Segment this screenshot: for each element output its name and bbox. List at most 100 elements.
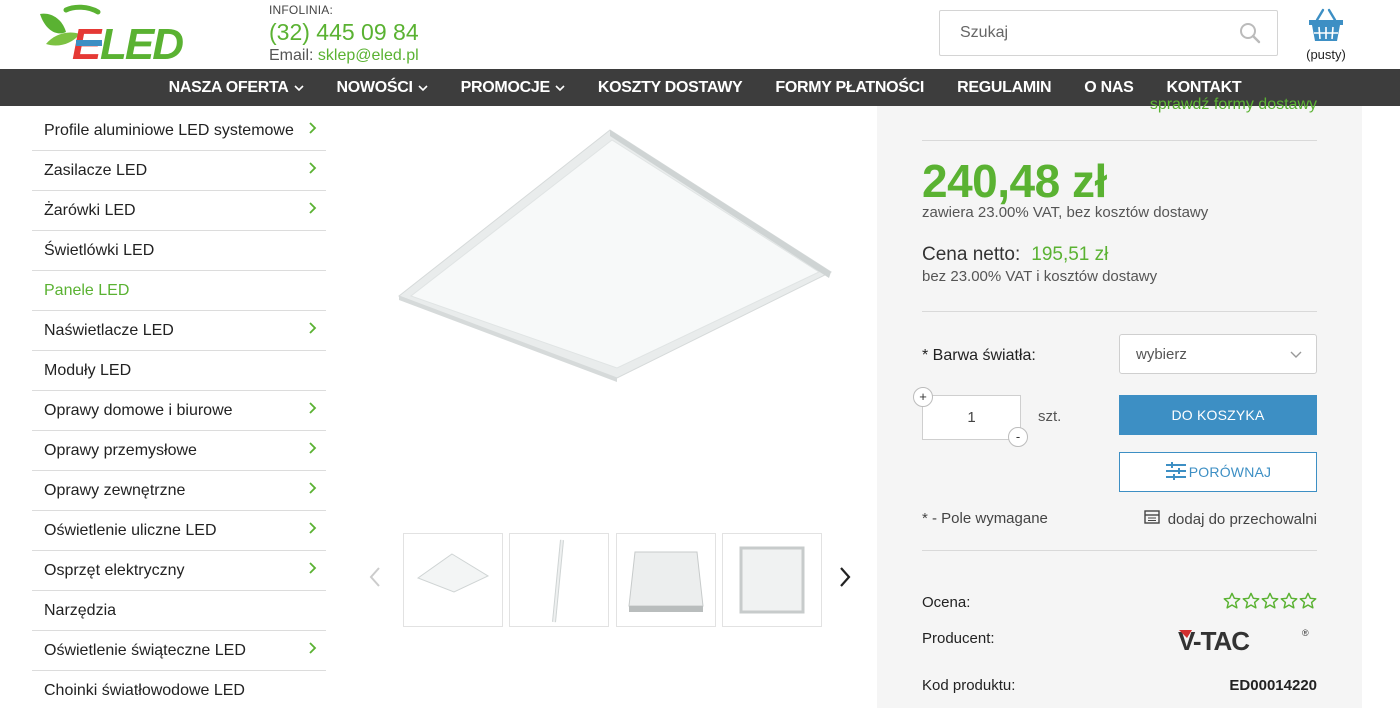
compare-label: PORÓWNAJ: [1188, 464, 1272, 480]
quantity-unit: szt.: [1038, 408, 1062, 425]
light-color-label: * Barwa światła:: [922, 347, 1036, 364]
netto-note: bez 23.00% VAT i kosztów dostawy: [922, 268, 1158, 285]
add-to-cart-button[interactable]: DO KOSZYKA: [1119, 395, 1317, 435]
chevron-down-icon: [555, 79, 565, 97]
sidebar-item[interactable]: Naświetlacze LED: [32, 311, 326, 351]
svg-text:LED: LED: [100, 20, 183, 64]
nav-item-nowosci[interactable]: NOWOŚCI: [320, 69, 444, 106]
site-header: E LED INFOLINIA: (32) 445 09 84 Email: s…: [0, 0, 1400, 69]
sidebar-item-label: Osprzęt elektryczny: [44, 561, 185, 579]
divider: [922, 550, 1317, 551]
sidebar-item-label: Oprawy zewnętrzne: [44, 481, 186, 499]
sidebar-item-label: Zasilacze LED: [44, 161, 148, 179]
chevron-right-icon[interactable]: [308, 401, 318, 420]
sidebar-item-label: Profile aluminiowe LED systemowe: [44, 121, 294, 139]
add-to-storage-link[interactable]: dodaj do przechowalni: [1144, 510, 1317, 528]
star-icon[interactable]: [1280, 592, 1298, 615]
nav-item-oferta[interactable]: NASZA OFERTA: [152, 69, 320, 106]
sidebar-item-label: Żarówki LED: [44, 201, 136, 219]
thumbnail-strip: [362, 533, 862, 629]
netto-value: 195,51 zł: [1031, 244, 1109, 265]
sidebar-item[interactable]: Choinki światłowodowe LED: [32, 671, 326, 708]
sidebar-item[interactable]: Oświetlenie uliczne LED: [32, 511, 326, 551]
chevron-right-icon[interactable]: [308, 561, 318, 580]
quantity-increase-button[interactable]: +: [913, 387, 933, 407]
star-icon[interactable]: [1242, 592, 1260, 615]
sidebar-item[interactable]: Oprawy zewnętrzne: [32, 471, 326, 511]
price-gross: 240,48 zł: [922, 155, 1107, 207]
chevron-right-icon[interactable]: [308, 161, 318, 180]
sidebar-item[interactable]: Oprawy przemysłowe: [32, 431, 326, 471]
nav-label: PROMOCJE: [460, 78, 550, 96]
rating-stars[interactable]: [1223, 592, 1317, 615]
cart-button[interactable]: (pusty): [1300, 8, 1352, 62]
nav-label: NASZA OFERTA: [168, 78, 289, 96]
sidebar-item[interactable]: Świetlówki LED: [32, 231, 326, 271]
chevron-right-icon[interactable]: [838, 565, 852, 594]
sidebar-item[interactable]: Oświetlenie świąteczne LED: [32, 631, 326, 671]
nav-label: NOWOŚCI: [336, 78, 413, 96]
divider: [922, 140, 1317, 141]
nav-item-promocje[interactable]: PROMOCJE: [444, 69, 581, 106]
chevron-right-icon[interactable]: [308, 321, 318, 340]
thumbnail-4[interactable]: [722, 533, 822, 627]
sidebar-item[interactable]: Narzędzia: [32, 591, 326, 631]
sidebar-item[interactable]: Panele LED: [32, 271, 326, 311]
thumbnail-3[interactable]: [616, 533, 716, 627]
quantity-input[interactable]: 1: [922, 395, 1021, 440]
phone-number[interactable]: (32) 445 09 84: [269, 19, 419, 46]
category-sidebar: Profile aluminiowe LED systemowe Zasilacz…: [32, 111, 326, 708]
producer-logo[interactable]: V-TAC ®: [1178, 626, 1310, 661]
netto-price-row: Cena netto: 195,51 zł: [922, 244, 1108, 266]
sidebar-item[interactable]: Oprawy domowe i biurowe: [32, 391, 326, 431]
sidebar-item-label: Panele LED: [44, 281, 130, 299]
thumbnail-2[interactable]: [509, 533, 609, 627]
sliders-icon: [1165, 461, 1189, 484]
search-input[interactable]: [960, 11, 1250, 55]
star-icon[interactable]: [1223, 592, 1241, 615]
storage-box-icon: [1144, 510, 1168, 528]
nav-label: O NAS: [1084, 78, 1134, 96]
chevron-down-icon: [293, 79, 304, 97]
sidebar-item[interactable]: Moduły LED: [32, 351, 326, 391]
star-icon[interactable]: [1299, 592, 1317, 615]
sidebar-item-label: Świetlówki LED: [44, 241, 155, 259]
product-info-panel: sprawdź formy dostawy 240,48 zł zawiera …: [877, 96, 1362, 708]
sidebar-item[interactable]: Osprzęt elektryczny: [32, 551, 326, 591]
email-link[interactable]: sklep@eled.pl: [318, 47, 419, 64]
sidebar-item[interactable]: Zasilacze LED: [32, 151, 326, 191]
svg-text:®: ®: [1302, 628, 1309, 638]
search-box: [939, 10, 1278, 56]
sidebar-item-label: Oprawy przemysłowe: [44, 441, 197, 459]
chevron-down-icon: [418, 79, 428, 97]
chevron-right-icon[interactable]: [308, 641, 318, 660]
sidebar-item-label: Oświetlenie uliczne LED: [44, 521, 217, 539]
nav-item-formy-platnosci[interactable]: FORMY PŁATNOŚCI: [759, 69, 941, 106]
chevron-right-icon[interactable]: [308, 481, 318, 500]
sidebar-item-label: Narzędzia: [44, 601, 117, 619]
sidebar-item[interactable]: Profile aluminiowe LED systemowe: [32, 111, 326, 151]
product-code: ED00014220: [1229, 677, 1317, 694]
email-line: Email: sklep@eled.pl: [269, 47, 419, 65]
chevron-right-icon[interactable]: [308, 521, 318, 540]
storage-label: dodaj do przechowalni: [1167, 510, 1317, 528]
site-logo[interactable]: E LED: [36, 4, 220, 69]
search-icon[interactable]: [1239, 22, 1261, 49]
nav-item-koszty-dostawy[interactable]: KOSZTY DOSTAWY: [581, 69, 759, 106]
chevron-right-icon[interactable]: [308, 201, 318, 220]
nav-label: FORMY PŁATNOŚCI: [775, 78, 925, 96]
star-icon[interactable]: [1261, 592, 1279, 615]
chevron-right-icon[interactable]: [308, 121, 318, 140]
product-main-image[interactable]: [395, 126, 835, 386]
quantity-decrease-button[interactable]: -: [1008, 427, 1028, 447]
required-note: * - Pole wymagane: [922, 510, 1048, 527]
sidebar-item[interactable]: Żarówki LED: [32, 191, 326, 231]
rating-label: Ocena:: [922, 594, 971, 611]
basket-icon: [1307, 8, 1345, 48]
light-color-select[interactable]: wybierz: [1119, 334, 1317, 374]
chevron-left-icon[interactable]: [368, 565, 382, 594]
thumbnail-1[interactable]: [403, 533, 503, 627]
compare-button[interactable]: PORÓWNAJ: [1119, 452, 1317, 492]
delivery-forms-link[interactable]: sprawdź formy dostawy: [922, 96, 1317, 114]
chevron-right-icon[interactable]: [308, 441, 318, 460]
